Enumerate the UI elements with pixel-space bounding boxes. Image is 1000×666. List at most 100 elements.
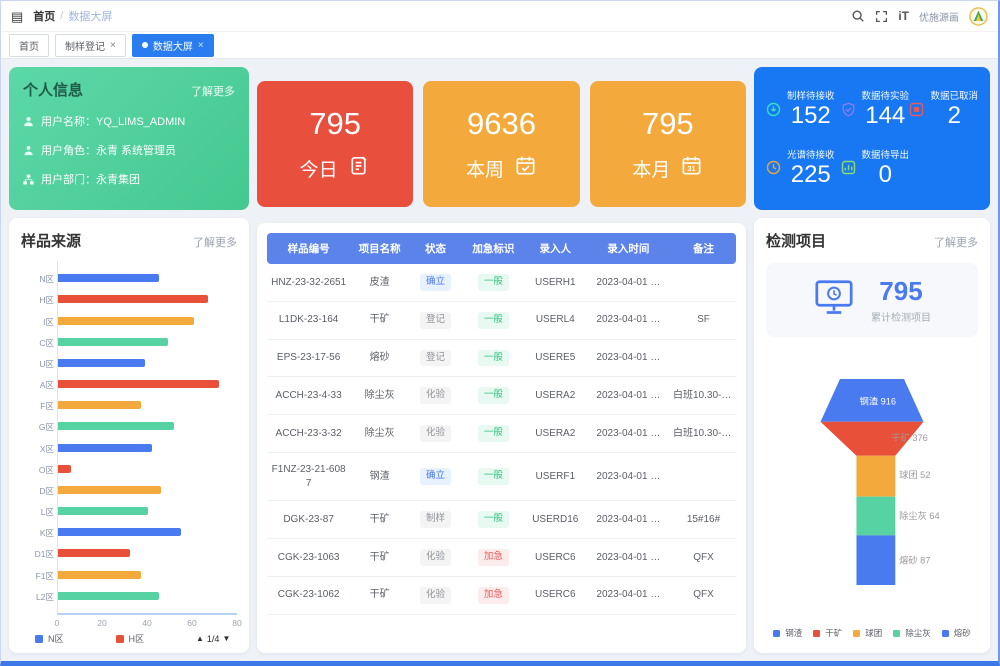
- cell-time: 2023-04-01 …: [586, 377, 671, 415]
- bar: [58, 486, 161, 494]
- cell-priority: 加急: [462, 577, 525, 615]
- stat-card-本周[interactable]: 9636 本周: [423, 81, 579, 207]
- fullscreen-icon[interactable]: [875, 10, 888, 23]
- funnel-chart: 钢渣 916干矿 376球团 52除尘灰 64熔砂 87: [766, 337, 978, 627]
- test-items-more-link[interactable]: 了解更多: [934, 234, 978, 250]
- summary-stat-value: 144: [865, 102, 905, 130]
- cell-project-name: 干矿: [350, 539, 409, 577]
- status-badge: 确立: [420, 468, 451, 485]
- tab-close-icon[interactable]: ×: [110, 40, 116, 51]
- cell-user: USERC6: [525, 577, 586, 615]
- test-items-total-label: 累计检测项目: [871, 309, 931, 324]
- avatar[interactable]: [969, 7, 988, 26]
- priority-badge: 一般: [478, 312, 509, 329]
- cell-sample-id: ACCH-23-3-32: [267, 415, 350, 453]
- x-tick: 60: [187, 618, 196, 628]
- table-header-cell: 加急标识: [462, 233, 525, 264]
- pager-up-icon[interactable]: ▲: [196, 634, 204, 643]
- bar: [58, 465, 71, 473]
- cell-priority: 一般: [462, 415, 525, 453]
- funnel-legend-item-干矿[interactable]: 干矿: [813, 627, 842, 639]
- profile-item-text: 用户部门：永青集团: [41, 171, 140, 187]
- funnel-segment-熔砂: [856, 535, 895, 585]
- stat-card-label: 本周: [466, 154, 537, 183]
- funnel-legend-item-除尘灰[interactable]: 除尘灰: [893, 627, 931, 639]
- breadcrumb-root[interactable]: 首页: [33, 8, 55, 24]
- cell-priority: 一般: [462, 302, 525, 340]
- pager-down-icon[interactable]: ▼: [222, 634, 230, 643]
- bar: [58, 317, 194, 325]
- collapse-menu-icon[interactable]: ▤: [11, 10, 23, 23]
- table-row: ACCH-23-3-32除尘灰化验一般USERA22023-04-01 …白班1…: [267, 415, 736, 453]
- cell-user: USERA2: [525, 415, 586, 453]
- stat-card-今日[interactable]: 795今日: [257, 81, 413, 207]
- bar-category-label: K区: [20, 527, 54, 539]
- bar-category-label: F区: [20, 400, 54, 412]
- cell-note: [671, 453, 736, 501]
- cell-time: 2023-04-01 …: [586, 501, 671, 539]
- cell-time: 2023-04-01 …: [586, 340, 671, 378]
- cell-note: QFX: [671, 539, 736, 577]
- cell-sample-id: DGK-23-87: [267, 501, 350, 539]
- bar-row: L2区: [58, 592, 237, 600]
- tab-bar: 首页 制样登记× 数据大屏×: [1, 31, 998, 59]
- stat-card-本月[interactable]: 795本月31: [590, 81, 746, 207]
- cell-status: 化验: [409, 377, 462, 415]
- sample-table: 样品编号项目名称状态加急标识录入人录入时间备注 HNZ-23-32-2651皮渣…: [267, 233, 736, 615]
- table-row: F1NZ-23-21-6087钢渣确立一般USERF12023-04-01 …: [267, 453, 736, 501]
- tab-首页[interactable]: 首页: [9, 34, 49, 57]
- legend-item-N区[interactable]: N区: [35, 632, 64, 645]
- profile-item-text: 用户名称：YQ_LIMS_ADMIN: [41, 113, 185, 129]
- bar-row: H区: [58, 295, 237, 303]
- legend-label: H区: [129, 632, 145, 645]
- table-row: L1DK-23-164干矿登记一般USERL42023-04-01 …SF: [267, 302, 736, 340]
- table-header-row: 样品编号项目名称状态加急标识录入人录入时间备注: [267, 233, 736, 264]
- bar: [58, 571, 141, 579]
- funnel-legend-item-熔砂[interactable]: 熔砂: [942, 627, 971, 639]
- priority-badge: 加急: [478, 587, 509, 604]
- cell-status: 化验: [409, 577, 462, 615]
- profile-more-link[interactable]: 了解更多: [191, 83, 235, 99]
- shield-icon: [841, 102, 856, 117]
- tab-close-icon[interactable]: ×: [198, 40, 204, 51]
- tab-制样登记[interactable]: 制样登记×: [55, 34, 126, 57]
- cell-project-name: 钢渣: [350, 453, 409, 501]
- monitor-clock-icon: [813, 279, 855, 322]
- cell-sample-id: EPS-23-17-56: [267, 340, 350, 378]
- bar-category-label: G区: [20, 421, 54, 433]
- bar-category-label: D区: [20, 485, 54, 497]
- dashboard-window: ▤ 首页 / 数据大屏 iT 优施源画 首页制样登记×数据大屏×: [0, 0, 1000, 666]
- stat-card-value: 9636: [467, 106, 536, 142]
- font-size-icon[interactable]: iT: [898, 9, 909, 23]
- bar-row: D区: [58, 486, 237, 494]
- tab-数据大屏[interactable]: 数据大屏×: [132, 34, 214, 57]
- cell-time: 2023-04-01 …: [586, 539, 671, 577]
- export-icon: [841, 160, 856, 175]
- bar-row: L区: [58, 507, 237, 515]
- pager-text: 1/4: [207, 634, 220, 644]
- cell-project-name: 皮渣: [350, 264, 409, 302]
- breadcrumb: 首页 / 数据大屏: [33, 8, 112, 24]
- legend-item-H区[interactable]: H区: [116, 632, 145, 645]
- funnel-legend-item-球团[interactable]: 球团: [853, 627, 882, 639]
- sample-source-more-link[interactable]: 了解更多: [193, 234, 237, 250]
- search-icon[interactable]: [851, 9, 865, 23]
- cell-user: USERD16: [525, 501, 586, 539]
- bar: [58, 507, 148, 515]
- cell-note: QFX: [671, 577, 736, 615]
- funnel-legend-item-钢渣[interactable]: 钢渣: [773, 627, 802, 639]
- legend-label: 钢渣: [785, 627, 802, 639]
- legend-swatch: [813, 630, 820, 637]
- priority-badge: 一般: [478, 350, 509, 367]
- legend-label: 球团: [865, 627, 882, 639]
- cell-time: 2023-04-01 …: [586, 302, 671, 340]
- test-items-total-box: 795 累计检测项目: [766, 263, 978, 337]
- bar: [58, 359, 145, 367]
- tab-label: 首页: [19, 38, 39, 53]
- summary-stat-label: 数据已取消: [930, 88, 978, 102]
- department-icon: [23, 174, 34, 185]
- profile-item-text: 用户角色：永青 系统管理员: [41, 142, 176, 158]
- cell-status: 化验: [409, 539, 462, 577]
- summary-stat-数据待实验: 数据待实验144: [841, 88, 910, 130]
- summary-stat-col: 制样待接收152: [787, 88, 835, 130]
